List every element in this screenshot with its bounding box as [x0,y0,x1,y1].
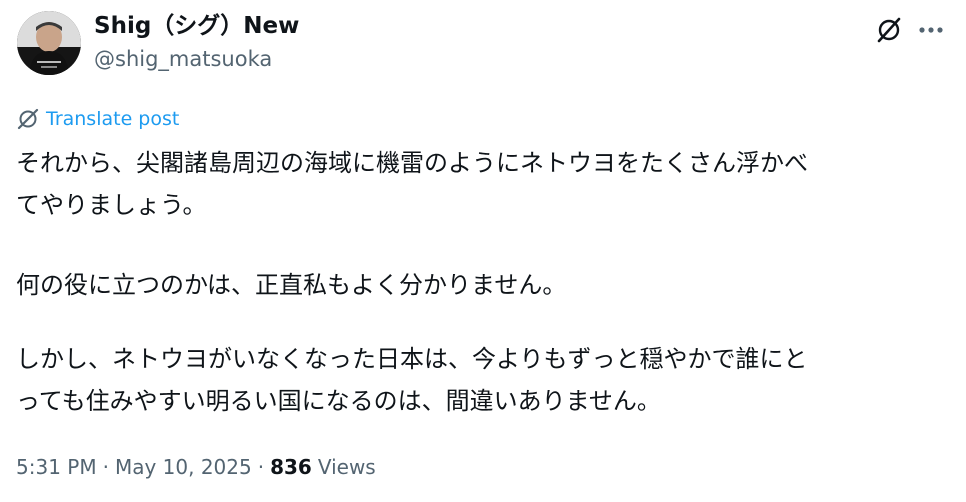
author-display-name[interactable]: Shig（シグ）New [94,11,299,41]
more-options-button[interactable] [914,13,948,47]
more-dots-icon [919,27,943,33]
post-paragraph-2: 何の役に立つのかは、正直私もよく分かりません。 [16,271,567,299]
post-text-line: てやりましょう。 [16,191,207,219]
views-label: Views [317,455,376,479]
tweet: Shig（シグ）New @shig_matsuoka Translate pos… [0,0,966,502]
post-time[interactable]: 5:31 PM [16,455,97,479]
grok-button[interactable] [872,13,906,47]
grok-icon [877,17,901,43]
avatar-image [17,11,81,75]
views-count[interactable]: 836 [270,455,312,479]
post-paragraph-1: それから、尖閣諸島周辺の海域に機雷のようにネトウヨをたくさん浮かべ てやりましょ… [16,142,951,226]
post-meta: 5:31 PM · May 10, 2025 · 836 Views [16,451,376,483]
translate-post-link[interactable]: Translate post [16,106,179,132]
author-handle[interactable]: @shig_matsuoka [94,45,272,73]
meta-separator: · [102,455,109,479]
post-paragraph-3: しかし、ネトウヨがいなくなった日本は、今よりもずっと穏やかで誰にと っても住みや… [16,338,951,422]
post-text-line: しかし、ネトウヨがいなくなった日本は、今よりもずっと穏やかで誰にと [16,345,808,373]
post-date[interactable]: May 10, 2025 [115,455,252,479]
meta-separator: · [257,455,265,479]
post-text-line: それから、尖閣諸島周辺の海域に機雷のようにネトウヨをたくさん浮かべ [16,149,808,177]
translate-icon [17,108,39,130]
avatar[interactable] [17,11,81,75]
translate-post-label: Translate post [46,108,180,130]
post-text-line: っても住みやすい明るい国になるのは、間違いありません。 [16,387,661,415]
